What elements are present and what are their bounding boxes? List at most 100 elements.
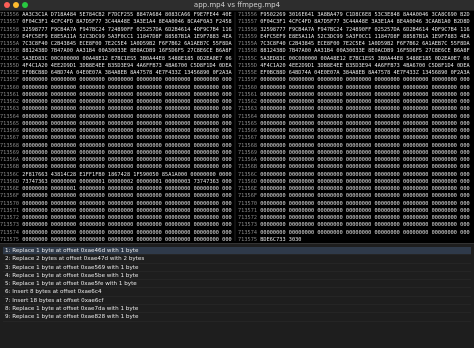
hex-address: 713561 (238, 91, 258, 98)
change-item[interactable]: 6: Insert 8 bytes at offset 0xae6c4 (3, 288, 471, 297)
hex-row: 713573 00000000 00000000 00000000 000000… (0, 222, 232, 229)
hex-row: 71356E 00000000 00000001 00000000 000000… (0, 186, 232, 193)
hex-address: 71355A (0, 41, 20, 47)
hex-row: 713572 00000000 00000000 00000000 000000… (0, 215, 232, 222)
hex-bytes: 5A3ED83C 00C000000 00A48E12 E7BC1ES5 3B0… (260, 55, 470, 62)
hex-row: 713561 00000000 00000000 00000000 000000… (238, 92, 470, 99)
hex-bytes: 00000000 00000000 00000000 00000000 0000… (260, 207, 470, 214)
hex-address: 71356E (238, 186, 258, 192)
hex-address: 713558 (238, 26, 258, 33)
hex-address: 71356C (238, 171, 258, 178)
hex-address: 71355D (238, 62, 258, 69)
change-item[interactable]: 2: Replace 2 bytes at offset 0xae47d wit… (3, 255, 471, 264)
hex-address: 71355B (0, 48, 20, 55)
pane-divider[interactable] (234, 12, 236, 241)
hex-row: 71355A 7C3C8F40 C2B43845 ECE8F00 7E2C5E4… (0, 41, 232, 48)
hex-address: 713569 (0, 149, 20, 156)
hex-address: 713573 (0, 222, 20, 229)
left-hex-pane[interactable]: 713556 AA3C3C1A D718A484 5E784CB2 F7DCF2… (0, 12, 232, 241)
hex-row: 71356E 00000000 00000000 00000000 000000… (238, 186, 470, 193)
hex-address: 713573 (238, 222, 258, 229)
hex-row: 713565 00000000 00000000 00000000 000000… (0, 121, 232, 128)
hex-row: 713564 00000000 00000000 00000000 000000… (238, 114, 470, 121)
hex-row: 71355B 8812438D 7B47A00 AA31B4 00A30033E… (238, 48, 470, 55)
hex-bytes: 00000000 00000000 00000000 00000000 0000… (260, 200, 470, 207)
hex-address: 713574 (0, 229, 20, 236)
change-item[interactable]: 5: Replace 1 byte at offset 0xae5fe with… (3, 280, 471, 289)
hex-address: 71356A (238, 157, 258, 163)
hex-row: 71356F 00000000 00000000 00000000 000000… (0, 193, 232, 200)
hex-address: 713560 (238, 84, 258, 91)
hex-bytes: 4F4C1A20 4EE2D9D1 3DB8E4EE B35D3E94 4A6F… (260, 62, 470, 69)
hex-address: 71355C (0, 55, 20, 62)
hex-address: 713567 (238, 135, 258, 142)
hex-bytes: 00000000 00000000 00000000 00000000 0000… (22, 207, 232, 214)
change-item[interactable]: 3: Replace 1 byte at offset 0xae569 with… (3, 264, 471, 272)
hex-address: 713565 (238, 120, 258, 127)
hex-bytes: EF0BCB8D 64BD74A 04E0E07A 384A8EB 8A4757… (22, 70, 232, 76)
hex-bytes: 00000000 00000000 00000000 00000000 0000… (260, 178, 470, 185)
hex-bytes: 00000000 00000000 00000000 00000000 0000… (260, 193, 470, 200)
hex-address: 71356F (0, 193, 20, 200)
hex-address: 713556 (0, 12, 20, 18)
hex-bytes: 00000000 00000000 00000000 00000000 0000… (260, 128, 470, 134)
hex-row: 71356B 00000000 00000000 00000000 000000… (0, 164, 232, 171)
hex-bytes: 00000000 00000000 00000000 00000000 0000… (260, 222, 470, 229)
hex-row: 713569 00000000 00000000 00000000 000000… (0, 150, 232, 157)
hex-bytes: 00000000 00000000 00000000 00000000 0000… (22, 120, 232, 127)
change-item[interactable]: 8: Replace 1 byte at offset 0xae7da with… (3, 305, 471, 314)
hex-bytes: 8812438D 7B47A00 AA31B4 00A30033E 8E0ACD… (22, 48, 232, 55)
hex-address: 713566 (238, 128, 258, 134)
hex-bytes: 00000000 00000000 00000000 00000000 0000… (260, 113, 470, 120)
hex-row: 71355F 00000000 00000000 00000000 000000… (238, 77, 470, 84)
hex-bytes: 2F817663 43814C28 E1FF1FB0 1867428 1F590… (22, 171, 232, 178)
hex-row: 713567 00000000 00000000 00000000 000000… (0, 135, 232, 142)
hex-address: 71356C (0, 171, 20, 178)
hex-address: 713565 (0, 120, 20, 127)
changes-list: 1: Replace 1 byte at offset 0xae46d with… (3, 247, 471, 322)
title-bar: app.mp4 vs ffmpeg.mp4 (0, 0, 474, 11)
hex-bytes: 00000000 00000000 00000000 00000000 0000… (22, 157, 232, 163)
change-item[interactable]: 1: Replace 1 byte at offset 0xae46d with… (3, 247, 471, 256)
hex-row: 713570 00000000 00000000 00000000 000000… (0, 201, 232, 208)
hex-bytes: E4FC5EF9 E8E5A11A 52C3DC99 5A3F0CC1 1184… (22, 33, 232, 40)
hex-bytes: 00000000 00000000 00000000 00000000 0000… (22, 142, 232, 149)
change-item[interactable]: 9: Replace 1 byte at offset 0xae828 with… (3, 313, 471, 322)
change-item[interactable]: 7: Insert 18 bytes at offset 0xae6cf (3, 297, 471, 306)
hex-bytes: 00000000 00000000 00000000 00000000 0000… (260, 229, 470, 236)
hex-bytes: 00000000 00000000 00000000 00000000 0000… (260, 91, 470, 98)
hex-address: 713560 (0, 84, 20, 91)
hex-row: 71355D 4F4C1A20 4EE2D9D1 3DB8E4EE B35D3E… (238, 63, 470, 70)
hex-row: 71356F 00000000 00000000 00000000 000000… (238, 193, 470, 200)
hex-address: 713569 (238, 149, 258, 156)
hex-bytes: 00000000 00000000 00000000 00000000 0000… (260, 186, 470, 192)
hex-address: 713558 (0, 26, 20, 33)
hex-address: 71356B (238, 164, 258, 171)
window-title: app.mp4 vs ffmpeg.mp4 (193, 1, 281, 9)
change-item[interactable]: 4: Replace 1 byte at offset 0xae5be with… (3, 272, 471, 281)
hex-bytes: 0F04C3F1 4CFC4FD 8A7D5F77 3C44A48E 3A3E1… (22, 19, 232, 26)
hex-row: 71356A 00000000 00000000 00000000 000000… (238, 157, 470, 164)
hex-row: 71356C 2F817663 43814C28 E1FF1FB0 186742… (0, 172, 232, 179)
hex-bytes: 00000000 00000000 00000000 00000000 0000… (260, 99, 470, 105)
right-hex-pane[interactable]: 713556 F9502269 3016E641 3A8BA479 C1D8C6… (238, 12, 470, 241)
hex-bytes: 00000000 00000000 00000000 00000000 0000… (260, 149, 470, 156)
hex-row: 71355E EF0BCB8D 64BD74A 04E0E07A 384A8EB… (0, 70, 232, 77)
hex-row: 713557 0F04C3F1 4CFC4FD 8A7D5F77 3C44A48… (238, 19, 470, 26)
hex-row: 713559 E4FC5EF9 E8E5A11A 52C3DC99 5A3F0C… (238, 34, 470, 41)
hex-bytes: AA3C3C1A D718A484 5E784CB2 F7DCF255 8847… (22, 12, 232, 18)
hex-row: 713566 00000000 00000000 00000000 000000… (0, 128, 232, 135)
hex-row: 71355D 4F4C1A20 4EE2D9D1 3DB8E4EE B35D3E… (0, 63, 232, 70)
hex-address: 713562 (238, 99, 258, 105)
hex-row: 71356A 00000000 00000000 00000000 000000… (0, 157, 232, 164)
hex-address: 71355D (0, 62, 20, 69)
hex-bytes: 00000000 00000001 00000000 00000000 0000… (22, 186, 232, 192)
hex-bytes: 00000000 00000000 00000000 00000000 0000… (260, 215, 470, 221)
hex-row: 713566 00000000 00000000 00000000 000000… (238, 128, 470, 135)
hex-address: 713570 (0, 200, 20, 207)
hex-row: 713560 00000000 00000000 00000000 000000… (238, 85, 470, 92)
hex-bytes: 00000000 00000000 00000000 00000000 0000… (22, 229, 232, 236)
hex-bytes: 73747363 00000000 00000001 00000002 0000… (22, 178, 232, 185)
hex-address: 713570 (238, 200, 258, 207)
hex-bytes: 7C3C8F40 C2B43845 ECE8F00 7E2C5E4 1A0D59… (22, 41, 232, 47)
